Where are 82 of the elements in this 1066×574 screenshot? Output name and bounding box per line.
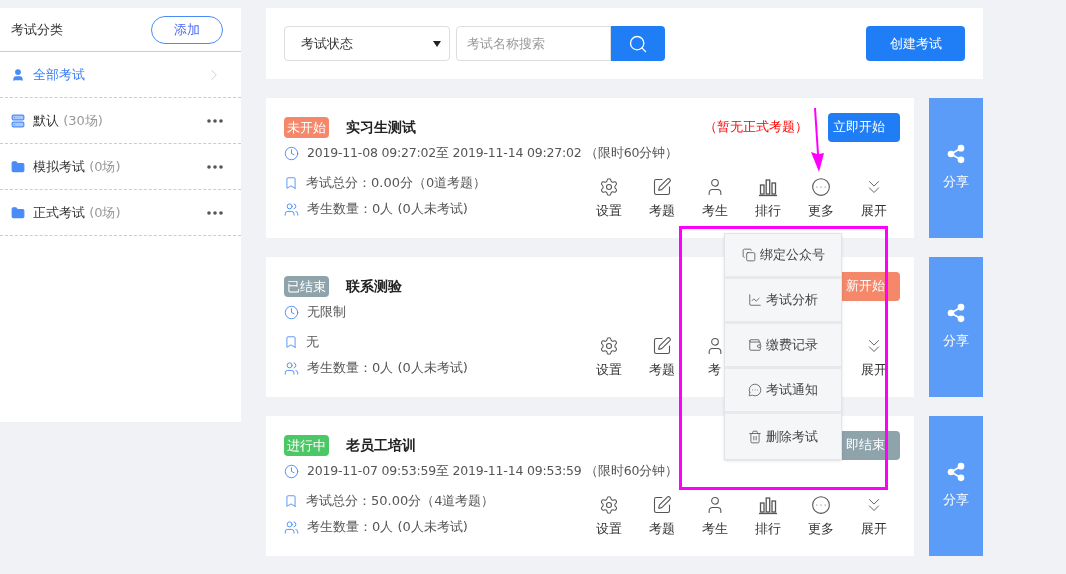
more-dots-icon[interactable]	[207, 118, 223, 123]
menu-item[interactable]: 考试分析	[725, 279, 841, 324]
search-icon	[628, 33, 648, 54]
exam-time: 无限制	[307, 302, 346, 321]
category-item[interactable]: 全部考试	[0, 52, 241, 98]
exam-people: 考生数量：0人 (0人未考试)	[307, 518, 468, 537]
share-icon	[946, 144, 966, 165]
server-icon	[11, 113, 25, 128]
folder-icon	[11, 205, 25, 220]
settings-icon	[598, 336, 619, 356]
clock-icon	[284, 463, 299, 479]
exam-time: 2019-11-08 09:27:02至 2019-11-14 09:27:02 （限时60分钟）	[307, 143, 678, 162]
exam-people: 考生数量：0人 (0人未考试)	[307, 200, 468, 219]
clock-icon	[284, 304, 299, 320]
card-action[interactable]: 考题	[635, 176, 688, 221]
action-button[interactable]: 立即开始	[828, 112, 900, 142]
exam-title: 实习生测试	[346, 117, 416, 137]
edit-icon	[651, 495, 672, 515]
bar-chart-icon	[757, 495, 778, 515]
edit-icon	[651, 336, 672, 356]
card-action[interactable]: 展开	[847, 335, 900, 380]
share-icon	[946, 303, 966, 324]
exam-time: 2019-11-07 09:53:59至 2019-11-14 09:53:59 （限时60分钟）	[307, 461, 678, 480]
caret-down-icon	[433, 40, 441, 47]
exam-score: 考试总分：0.00分（0道考题）	[306, 174, 487, 193]
users-icon	[284, 519, 299, 535]
status-tag: 进行中	[284, 434, 329, 456]
copy-icon	[741, 248, 756, 262]
settings-icon	[598, 177, 619, 197]
bookmark-icon	[284, 494, 298, 508]
exam-people: 考生数量：0人 (0人未考试)	[307, 359, 468, 378]
line-chart-icon	[748, 293, 762, 307]
category-item[interactable]: 模拟考试 (0场)	[0, 144, 241, 190]
wallet-icon	[748, 338, 762, 352]
trash-icon	[748, 429, 762, 444]
card-action[interactable]: 设置	[582, 335, 635, 380]
sidebar-title: 考试分类	[11, 20, 63, 39]
menu-item[interactable]: 缴费记录	[725, 324, 841, 369]
search-field[interactable]: 考试名称搜索	[456, 26, 611, 61]
status-select[interactable]: 考试状态	[284, 26, 450, 61]
clock-icon	[284, 145, 299, 161]
create-button[interactable]: 创建考试	[866, 26, 965, 61]
more-dots-icon[interactable]	[207, 210, 223, 215]
menu-item[interactable]: 绑定公众号	[725, 234, 841, 279]
card-action[interactable]: 排行	[741, 176, 794, 221]
users-icon	[284, 360, 299, 376]
category-item[interactable]: 正式考试 (0场)	[0, 190, 241, 236]
edit-icon	[651, 177, 672, 197]
exam-score: 无	[306, 333, 319, 352]
more-icon	[810, 177, 831, 197]
card-action[interactable]: 更多	[794, 176, 847, 221]
share-icon	[946, 462, 966, 483]
exam-title: 联系测验	[346, 276, 402, 296]
card-action[interactable]: 排行	[741, 494, 794, 539]
settings-icon	[598, 495, 619, 515]
status-tag: 未开始	[284, 116, 329, 138]
more-icon	[810, 495, 831, 515]
exam-title: 老员工培训	[346, 435, 416, 455]
card-action[interactable]: 考题	[635, 335, 688, 380]
search-button[interactable]	[611, 26, 665, 61]
bar-chart-icon	[757, 177, 778, 197]
folder-icon	[11, 159, 25, 174]
users-icon	[284, 201, 299, 217]
card-action[interactable]: 展开	[847, 494, 900, 539]
card-action[interactable]: 考题	[635, 494, 688, 539]
more-dots-icon[interactable]	[207, 164, 223, 169]
card-action[interactable]: 更多	[794, 494, 847, 539]
bookmark-icon	[284, 335, 298, 349]
status-tag: 已结束	[284, 275, 329, 297]
card-action[interactable]: 设置	[582, 176, 635, 221]
exam-score: 考试总分：50.00分（4道考题）	[306, 492, 495, 511]
bookmark-icon	[284, 176, 298, 190]
notice-text: （暂无正式考题）	[704, 118, 808, 137]
user-icon	[11, 67, 25, 82]
card-action[interactable]: 考生	[688, 494, 741, 539]
highlight-arrow	[808, 108, 826, 172]
card-action[interactable]: 展开	[847, 176, 900, 221]
chat-icon	[748, 383, 762, 397]
menu-item[interactable]: 考试通知	[725, 369, 841, 414]
category-item[interactable]: 默认 (30场)	[0, 98, 241, 144]
card-action[interactable]: 设置	[582, 494, 635, 539]
card-action[interactable]: 考生	[688, 176, 741, 221]
